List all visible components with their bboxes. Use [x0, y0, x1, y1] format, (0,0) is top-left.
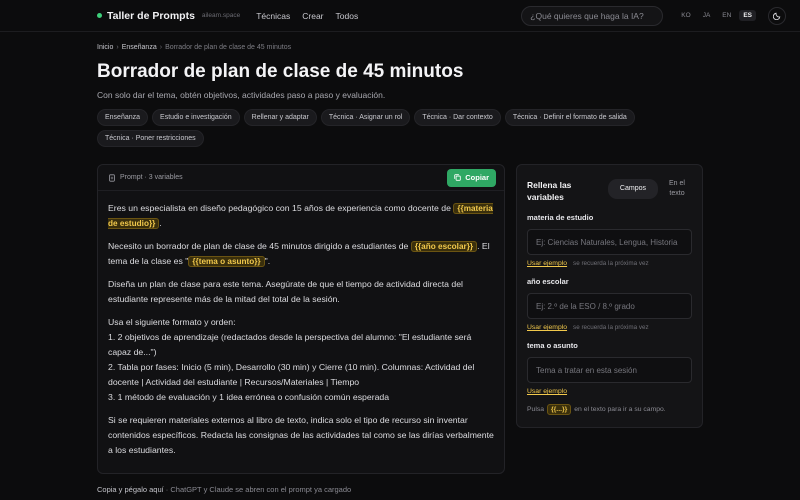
- page-subtitle: Con solo dar el tema, obtén objetivos, a…: [97, 90, 386, 100]
- prompt-panel: Prompt · 3 variables Copiar Eres un espe…: [97, 164, 505, 474]
- use-example-link-tema[interactable]: Usar ejemplo: [527, 388, 567, 395]
- brand[interactable]: Taller de Prompts aileam.space: [97, 10, 240, 22]
- variables-header: Rellena las variables Campos En el texto: [527, 175, 692, 203]
- prompt-paragraph: Necesito un borrador de plan de clase de…: [108, 239, 494, 269]
- field-label-ano: año escolar: [527, 277, 569, 286]
- view-toggle: Campos En el texto: [607, 175, 692, 203]
- hint-text: Pulsa: [527, 406, 545, 413]
- main-content: Inicio › Enseñanza › Borrador de plan de…: [97, 32, 703, 147]
- copy-button[interactable]: Copiar: [447, 168, 496, 187]
- breadcrumb-separator: ›: [116, 44, 119, 51]
- toggle-en-el-texto[interactable]: En el texto: [662, 175, 692, 203]
- variables-title: Rellena las variables: [527, 180, 572, 202]
- example-row: Usar ejemplo se recuerda la próxima vez: [527, 260, 692, 267]
- lang-ko[interactable]: KO: [677, 10, 694, 21]
- use-example-link-materia[interactable]: Usar ejemplo: [527, 260, 567, 267]
- bottom-note-rest: · ChatGPT y Claude se abren con el promp…: [163, 485, 352, 494]
- prompt-text-segment: Necesito un borrador de plan de clase de…: [108, 241, 411, 251]
- tag-list: Enseñanza Estudio e investigación Rellen…: [97, 109, 697, 147]
- remember-note: se recuerda la próxima vez: [573, 260, 649, 267]
- remember-note: se recuerda la próxima vez: [573, 324, 649, 331]
- brand-domain: aileam.space: [201, 12, 241, 19]
- toggle-campos[interactable]: Campos: [607, 179, 658, 199]
- topbar-right: KO JA EN ES: [521, 5, 786, 26]
- main-nav: Técnicas Crear Todos: [256, 11, 358, 21]
- tag-restricciones[interactable]: Técnica · Poner restricciones: [97, 130, 204, 147]
- ano-escolar-input[interactable]: [527, 293, 692, 319]
- nav-tecnicas[interactable]: Técnicas: [256, 11, 290, 21]
- tag-ensenanza[interactable]: Enseñanza: [97, 109, 149, 126]
- breadcrumb-inicio[interactable]: Inicio: [97, 44, 113, 51]
- theme-toggle-button[interactable]: [768, 6, 786, 25]
- field-label-materia: materia de estudio: [527, 213, 594, 222]
- prompt-line: 2. Tabla por fases: Inicio (5 min), Desa…: [108, 362, 475, 387]
- brand-dot-icon: [97, 13, 102, 18]
- search-input[interactable]: [521, 5, 664, 26]
- prompt-paragraph: Si se requieren materiales externos al l…: [108, 415, 494, 455]
- tag-asignar-rol[interactable]: Técnica · Asignar un rol: [320, 109, 411, 126]
- lang-en[interactable]: EN: [718, 10, 735, 21]
- example-row: Usar ejemplo se recuerda la próxima vez: [527, 324, 692, 331]
- field-label-tema: tema o asunto: [527, 341, 578, 350]
- prompt-paragraph: Usa el siguiente formato y orden: 1. 2 o…: [108, 315, 494, 405]
- bottom-note-strong: Copia y pégalo aquí: [97, 485, 164, 494]
- tag-rellenar[interactable]: Rellenar y adaptar: [243, 109, 317, 126]
- breadcrumb-current: Borrador de plan de clase de 45 minutos: [165, 44, 292, 51]
- nav-todos[interactable]: Todos: [336, 11, 359, 21]
- moon-icon: [772, 12, 780, 20]
- tag-dar-contexto[interactable]: Técnica · Dar contexto: [414, 109, 501, 126]
- use-example-link-ano[interactable]: Usar ejemplo: [527, 324, 567, 331]
- materia-input[interactable]: [527, 229, 692, 255]
- prompt-text-segment: Eres un especialista en diseño pedagógic…: [108, 203, 454, 213]
- breadcrumb-separator: ›: [159, 44, 163, 51]
- breadcrumb: Inicio › Enseñanza › Borrador de plan de…: [97, 44, 703, 51]
- brand-name: Taller de Prompts: [107, 9, 195, 22]
- top-bar: Taller de Prompts aileam.space Técnicas …: [0, 0, 800, 32]
- prompt-line: 3. 1 método de evaluación y 1 idea errón…: [108, 392, 390, 402]
- copy-icon: [454, 174, 461, 181]
- bottom-note: Copia y pégalo aquí · ChatGPT y Claude s…: [97, 485, 351, 494]
- prompt-text: Eres un especialista en diseño pedagógic…: [98, 191, 504, 458]
- prompt-header: Prompt · 3 variables Copiar: [98, 165, 504, 191]
- language-switcher: KO JA EN ES: [677, 10, 756, 21]
- prompt-line: 1. 2 objetivos de aprendizaje (redactado…: [108, 332, 472, 357]
- prompt-paragraph: Diseña un plan de clase para este tema. …: [108, 279, 463, 304]
- prompt-text-segment: .: [159, 218, 162, 228]
- lang-es[interactable]: ES: [739, 10, 756, 21]
- example-row: Usar ejemplo: [527, 388, 692, 395]
- breadcrumb-ensenanza[interactable]: Enseñanza: [122, 44, 157, 51]
- tag-formato-salida[interactable]: Técnica · Definir el formato de salida: [504, 109, 635, 126]
- hint-text: en el texto para ir a su campo.: [574, 406, 666, 413]
- prompt-label: Prompt · 3 variables: [120, 174, 183, 181]
- lang-ja[interactable]: JA: [699, 10, 715, 21]
- tag-estudio[interactable]: Estudio e investigación: [152, 109, 240, 126]
- prompt-paragraph: Eres un especialista en diseño pedagógic…: [108, 201, 494, 231]
- prompt-line: Usa el siguiente formato y orden:: [108, 317, 236, 327]
- hint-variable-chip: {{...}}: [547, 404, 572, 415]
- variable-tema-o-asunto[interactable]: {{tema o asunto}}: [188, 256, 265, 267]
- document-icon: [109, 173, 115, 182]
- copy-button-label: Copiar: [465, 173, 489, 182]
- tema-input[interactable]: [527, 357, 692, 383]
- prompt-text-segment: ".: [264, 256, 271, 266]
- variables-panel: Rellena las variables Campos En el texto…: [516, 164, 703, 428]
- variables-hint: Pulsa {{...}} en el texto para ir a su c…: [527, 404, 692, 415]
- variable-ano-escolar[interactable]: {{año escolar}}: [410, 241, 478, 252]
- page-title: Borrador de plan de clase de 45 minutos: [97, 61, 464, 82]
- nav-crear[interactable]: Crear: [302, 11, 323, 21]
